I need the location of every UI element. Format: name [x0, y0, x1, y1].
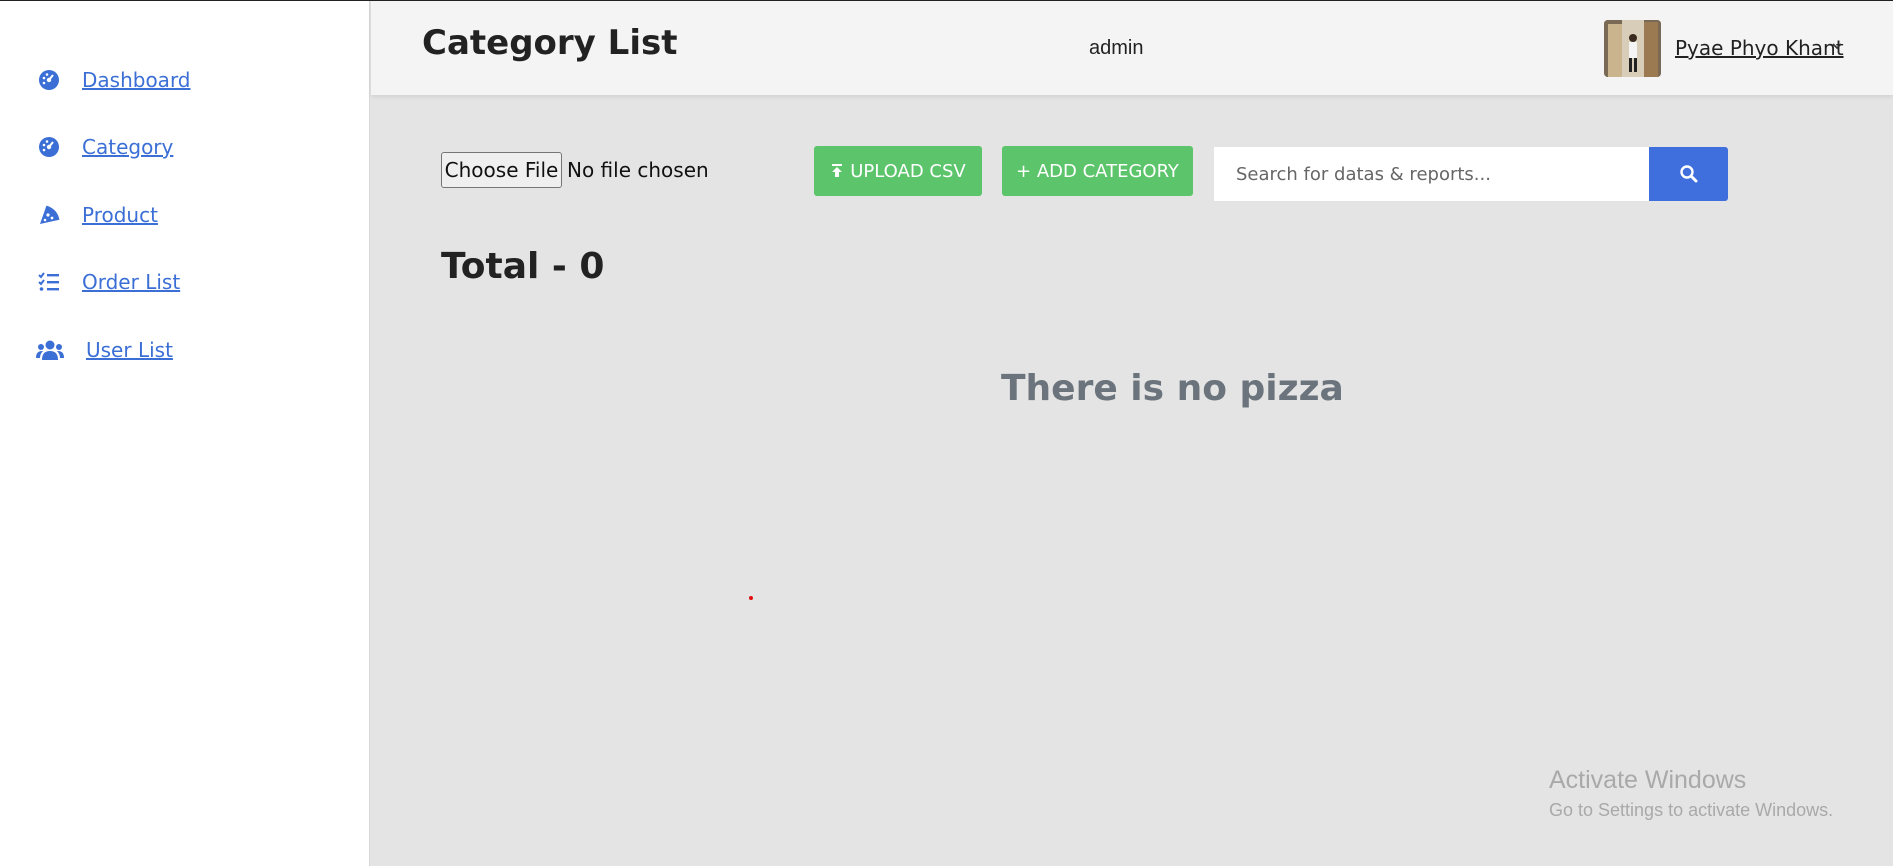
upload-csv-button[interactable]: UPLOAD CSV	[814, 146, 982, 196]
cursor-dot	[749, 596, 753, 600]
top-header: Category List admin Pyae Phyo Khant	[371, 1, 1893, 95]
add-category-label: + ADD CATEGORY	[1016, 160, 1179, 182]
add-category-button[interactable]: + ADD CATEGORY	[1002, 146, 1193, 196]
users-icon	[36, 337, 64, 363]
sidebar-item-user-list[interactable]: User List	[36, 334, 173, 366]
sidebar-item-label[interactable]: Dashboard	[82, 68, 191, 92]
avatar[interactable]	[1604, 20, 1661, 77]
page-title: Category List	[422, 23, 678, 63]
sidebar-item-label[interactable]: Product	[82, 203, 158, 227]
sidebar-item-dashboard[interactable]: Dashboard	[36, 64, 191, 96]
sidebar-item-label[interactable]: Order List	[82, 270, 180, 294]
category-gauge-icon	[36, 134, 62, 160]
file-status-text: No file chosen	[567, 158, 709, 182]
sidebar-item-category[interactable]: Category	[36, 131, 173, 163]
upload-icon	[832, 164, 843, 177]
pizza-slice-icon	[36, 202, 62, 228]
user-role: admin	[1089, 37, 1144, 59]
choose-file-button[interactable]: Choose File	[441, 152, 562, 188]
sidebar-item-product[interactable]: Product	[36, 199, 158, 231]
activation-watermark-title: Activate Windows	[1549, 766, 1747, 794]
search-icon	[1679, 165, 1697, 183]
search-input[interactable]	[1214, 147, 1650, 201]
dashboard-gauge-icon	[36, 67, 62, 93]
total-count: Total - 0	[441, 246, 605, 287]
activation-watermark-subtitle: Go to Settings to activate Windows.	[1549, 800, 1834, 820]
user-menu-name[interactable]: Pyae Phyo Khant	[1675, 36, 1844, 60]
upload-csv-label: UPLOAD CSV	[850, 160, 966, 182]
search-button[interactable]	[1649, 147, 1728, 201]
sidebar: Dashboard Category Product Order List Us…	[0, 1, 370, 866]
list-check-icon	[36, 269, 62, 295]
empty-state-message: There is no pizza	[1001, 368, 1344, 409]
sidebar-item-label[interactable]: Category	[82, 135, 173, 159]
sidebar-item-order-list[interactable]: Order List	[36, 266, 180, 298]
chevron-down-icon[interactable]	[1830, 39, 1844, 53]
sidebar-item-label[interactable]: User List	[86, 338, 173, 362]
